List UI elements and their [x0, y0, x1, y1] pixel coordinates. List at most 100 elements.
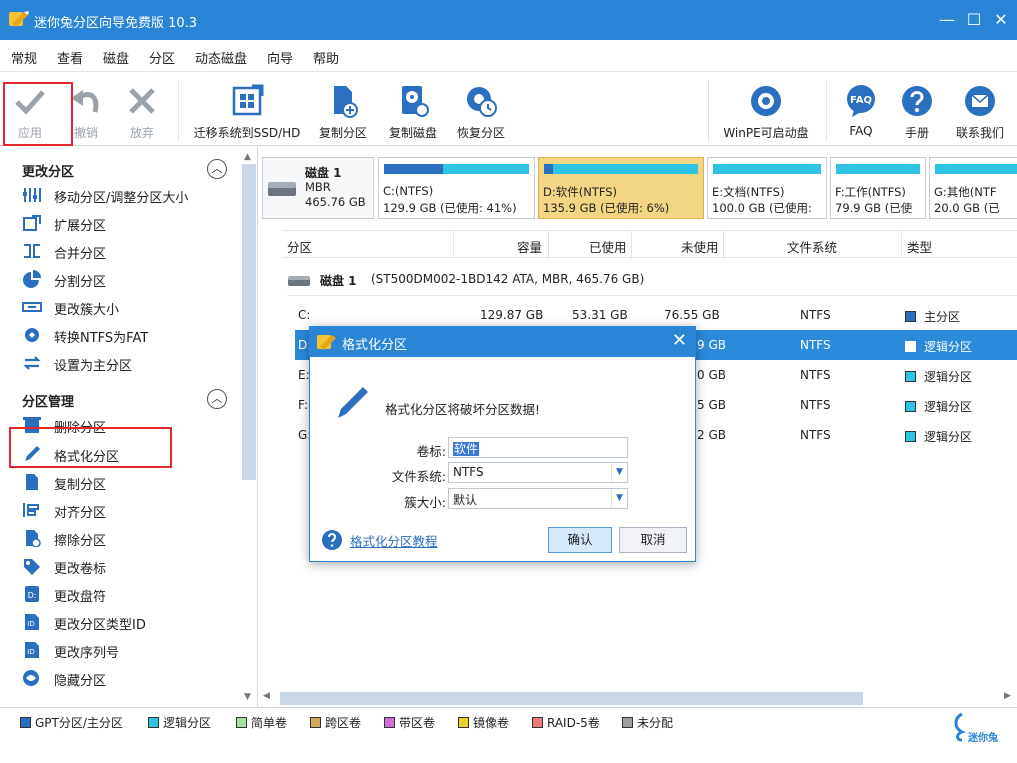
col-type[interactable]: 类型	[907, 237, 932, 256]
help-question-icon[interactable]	[321, 529, 343, 551]
recover-partition-button[interactable]: 恢复分区	[450, 74, 512, 144]
sidebar-item-split[interactable]: 分割分区	[22, 268, 232, 290]
partition-card-d[interactable]: D:软件(NTFS) 135.9 GB (已使用: 6%)	[538, 157, 704, 219]
disk-row-name: 磁盘 1	[320, 274, 357, 288]
menu-partition[interactable]: 分区	[149, 48, 175, 67]
recover-partition-icon	[467, 87, 497, 117]
svg-text:ID: ID	[27, 620, 34, 628]
close-button[interactable]: ✕	[989, 8, 1013, 32]
minimize-button[interactable]: —	[935, 8, 959, 32]
svg-text:D:: D:	[28, 591, 37, 600]
sidebar-item-format[interactable]: 格式化分区	[22, 443, 232, 465]
dialog-body: 格式化分区将破坏分区数据! 卷标: 软件 文件系统: NTFS ▼ 簇大小: 默…	[310, 357, 695, 561]
discard-button[interactable]: 放弃	[118, 74, 166, 144]
col-used[interactable]: 已使用	[589, 237, 627, 256]
collapse-section-button[interactable]: ︿	[207, 389, 227, 409]
col-partition[interactable]: 分区	[287, 237, 312, 256]
partition-card-f[interactable]: F:工作(NTFS) 79.9 GB (已使	[830, 157, 926, 219]
cluster-size-select[interactable]: 默认 ▼	[448, 488, 628, 509]
split-pie-icon	[23, 270, 41, 288]
confirm-button[interactable]: 确认	[548, 527, 612, 553]
menu-disk[interactable]: 磁盘	[103, 48, 129, 67]
legend-spanned: 跨区卷	[310, 714, 361, 731]
divider	[287, 295, 1017, 296]
undo-button[interactable]: 撤销	[62, 74, 110, 144]
menu-wizard[interactable]: 向导	[267, 48, 293, 67]
menu-help[interactable]: 帮助	[313, 48, 339, 67]
app-logo-icon	[317, 335, 336, 350]
merge-icon	[24, 244, 40, 258]
type-id-icon: ID	[25, 614, 39, 630]
legend-gpt-primary: GPT分区/主分区	[20, 714, 123, 731]
col-filesystem[interactable]: 文件系统	[787, 237, 837, 256]
migrate-os-button[interactable]: 迁移系统到SSD/HD	[190, 74, 304, 144]
sidebar-item-wipe[interactable]: 擦除分区	[22, 527, 232, 549]
align-icon	[23, 503, 39, 517]
swap-arrows-icon	[23, 356, 41, 370]
sidebar-item-move-resize[interactable]: 移动分区/调整分区大小	[22, 184, 232, 206]
sidebar-scroll-thumb[interactable]	[242, 164, 256, 480]
sidebar-item-cluster-size[interactable]: 更改簇大小	[22, 296, 232, 318]
format-partition-dialog: 格式化分区 ✕ 格式化分区将破坏分区数据! 卷标: 软件 文件系统: NTFS …	[309, 326, 696, 562]
primary-partition-swatch	[905, 311, 916, 322]
file-system-select[interactable]: NTFS ▼	[448, 462, 628, 483]
contact-us-button[interactable]: 联系我们	[948, 74, 1012, 144]
partition-card-c[interactable]: C:(NTFS) 129.9 GB (已使用: 41%)	[378, 157, 535, 219]
horizontal-scroll-thumb[interactable]	[280, 692, 863, 705]
partition-card-g[interactable]: G:其他(NTF 20.0 GB (已	[929, 157, 1017, 219]
sidebar-item-convert-ntfs-fat[interactable]: 转换NTFS为FAT	[22, 324, 232, 346]
partition-card-e[interactable]: E:文档(NTFS) 100.0 GB (已使用:	[707, 157, 827, 219]
sidebar-item-merge[interactable]: 合并分区	[22, 240, 232, 262]
sidebar-item-set-primary[interactable]: 设置为主分区	[22, 352, 232, 374]
copy-partition-button[interactable]: 复制分区	[312, 74, 374, 144]
scroll-up-icon[interactable]: ▲	[244, 152, 251, 162]
sidebar-item-delete[interactable]: 删除分区	[22, 414, 232, 436]
sidebar-item-extend[interactable]: 扩展分区	[22, 212, 232, 234]
scroll-right-icon[interactable]: ▶	[1004, 691, 1011, 701]
legend-simple: 简单卷	[236, 714, 287, 731]
col-capacity[interactable]: 容量	[517, 237, 542, 256]
winpe-bootable-button[interactable]: WinPE可启动盘	[718, 74, 814, 144]
volume-label-input[interactable]: 软件	[448, 437, 628, 458]
disk-card[interactable]: 磁盘 1 MBR 465.76 GB	[262, 157, 374, 219]
collapse-section-button[interactable]: ︿	[207, 159, 227, 179]
section-change-partition: 更改分区	[22, 165, 75, 180]
convert-icon	[25, 328, 39, 342]
disk-row-detail: (ST500DM002-1BD142 ATA, MBR, 465.76 GB)	[371, 272, 645, 286]
format-tutorial-link[interactable]: 格式化分区教程	[350, 531, 438, 550]
col-unused[interactable]: 未使用	[681, 237, 719, 256]
copy-disk-button[interactable]: 复制磁盘	[382, 74, 444, 144]
hard-disk-icon	[288, 276, 310, 286]
checkmark-icon	[15, 90, 45, 115]
dialog-title: 格式化分区	[342, 338, 408, 353]
apply-button[interactable]: 应用	[6, 74, 54, 144]
menu-view[interactable]: 查看	[57, 48, 83, 67]
sidebar-item-change-serial[interactable]: ID 更改序列号	[22, 639, 232, 661]
menu-dynamic-disk[interactable]: 动态磁盘	[195, 48, 247, 67]
manual-button[interactable]: 手册	[894, 74, 940, 144]
sidebar-item-hide[interactable]: 隐藏分区	[22, 667, 232, 689]
sidebar-item-change-letter[interactable]: D: 更改盘符	[22, 583, 232, 605]
section-partition-management: 分区管理	[22, 395, 75, 410]
sidebar-item-change-type-id[interactable]: ID 更改分区类型ID	[22, 611, 232, 633]
dialog-title-bar: 格式化分区 ✕	[310, 327, 695, 357]
chevron-down-icon[interactable]: ▼	[611, 463, 627, 482]
chevron-down-icon[interactable]: ▼	[611, 489, 627, 508]
sidebar-item-align[interactable]: 对齐分区	[22, 499, 232, 521]
logical-partition-swatch	[905, 371, 916, 382]
hide-icon	[23, 670, 39, 686]
sidebar-item-change-label[interactable]: 更改卷标	[22, 555, 232, 577]
move-resize-icon	[23, 188, 41, 202]
sidebar-item-copy[interactable]: 复制分区	[22, 471, 232, 493]
disk-row[interactable]: 磁盘 1 (ST500DM002-1BD142 ATA, MBR, 465.76…	[283, 266, 1017, 294]
svg-text:FAQ: FAQ	[850, 95, 872, 106]
menu-general[interactable]: 常规	[11, 48, 37, 67]
dialog-close-icon[interactable]: ✕	[672, 330, 687, 351]
scroll-down-icon[interactable]: ▼	[244, 692, 251, 702]
file-system-label: 文件系统:	[391, 469, 446, 484]
cancel-button[interactable]: 取消	[619, 527, 687, 553]
faq-button[interactable]: FAQ FAQ	[838, 74, 884, 144]
legend-bar: GPT分区/主分区 逻辑分区 简单卷 跨区卷 带区卷 镜像卷 RAID-5卷 未…	[0, 707, 1017, 763]
maximize-button[interactable]: ☐	[962, 8, 986, 32]
scroll-left-icon[interactable]: ◀	[263, 691, 270, 701]
